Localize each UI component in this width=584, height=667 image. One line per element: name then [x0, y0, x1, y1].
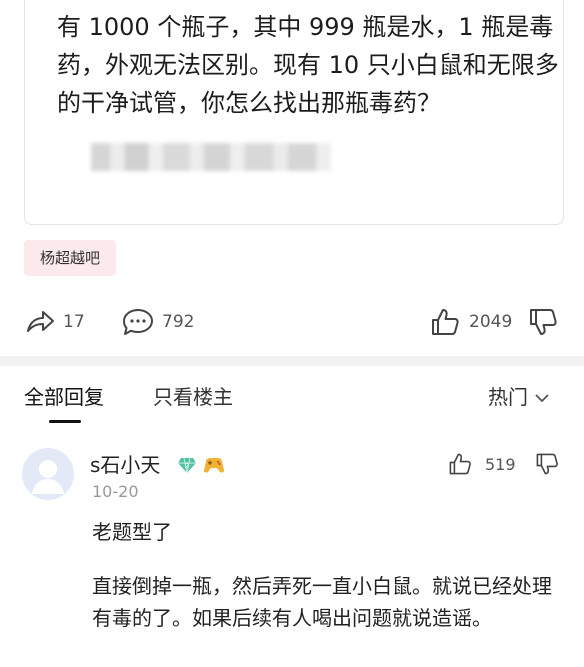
tab-owner-only[interactable]: 只看楼主 [153, 383, 233, 411]
comment-body: 直接倒掉一瓶，然后弄死一直小白鼠。就说已经处理有毒的了。如果后续有人喝出问题就说… [92, 574, 552, 630]
gamepad-badge-icon [203, 455, 225, 479]
sort-dropdown[interactable]: 热门 [488, 383, 550, 411]
thumbs-up-icon [430, 306, 460, 338]
section-divider [0, 356, 584, 366]
thumbs-down-icon [535, 451, 559, 477]
like-button[interactable]: 2049 [430, 306, 512, 338]
blurred-text [91, 143, 331, 171]
share-count: 17 [63, 312, 85, 332]
chevron-down-icon [528, 383, 550, 411]
comment-like-count: 519 [485, 454, 516, 474]
comment-count: 792 [162, 312, 195, 332]
thumbs-up-icon [448, 451, 472, 477]
avatar[interactable] [22, 448, 74, 500]
dislike-button[interactable] [528, 306, 558, 338]
sort-label: 热门 [488, 385, 528, 409]
comment-username[interactable]: s石小天 [90, 451, 160, 479]
forum-tag[interactable]: 杨超越吧 [24, 240, 117, 276]
post-question: 有 1000 个瓶子，其中 999 瓶是水，1 瓶是毒药，外观无法区别。现有 1… [57, 13, 559, 117]
active-tab-indicator [49, 420, 81, 423]
share-button[interactable]: 17 [24, 306, 85, 338]
gem-badge-icon: 2 [177, 456, 197, 478]
comment-date: 10-20 [92, 482, 139, 501]
comment-dislike-button[interactable] [535, 451, 559, 477]
tab-all-replies[interactable]: 全部回复 [24, 383, 104, 411]
post-card: 有 1000 个瓶子，其中 999 瓶是水，1 瓶是毒药，外观无法区别。现有 1… [24, 0, 564, 225]
share-icon [24, 306, 56, 338]
comment-like-button[interactable]: 519 [448, 451, 516, 477]
svg-text:2: 2 [185, 462, 189, 470]
thumbs-down-icon [528, 306, 558, 338]
like-count: 2049 [469, 312, 513, 332]
comment-icon [121, 306, 155, 338]
comment-line-1: 老题型了 [92, 520, 172, 544]
comment-button[interactable]: 792 [121, 306, 194, 338]
